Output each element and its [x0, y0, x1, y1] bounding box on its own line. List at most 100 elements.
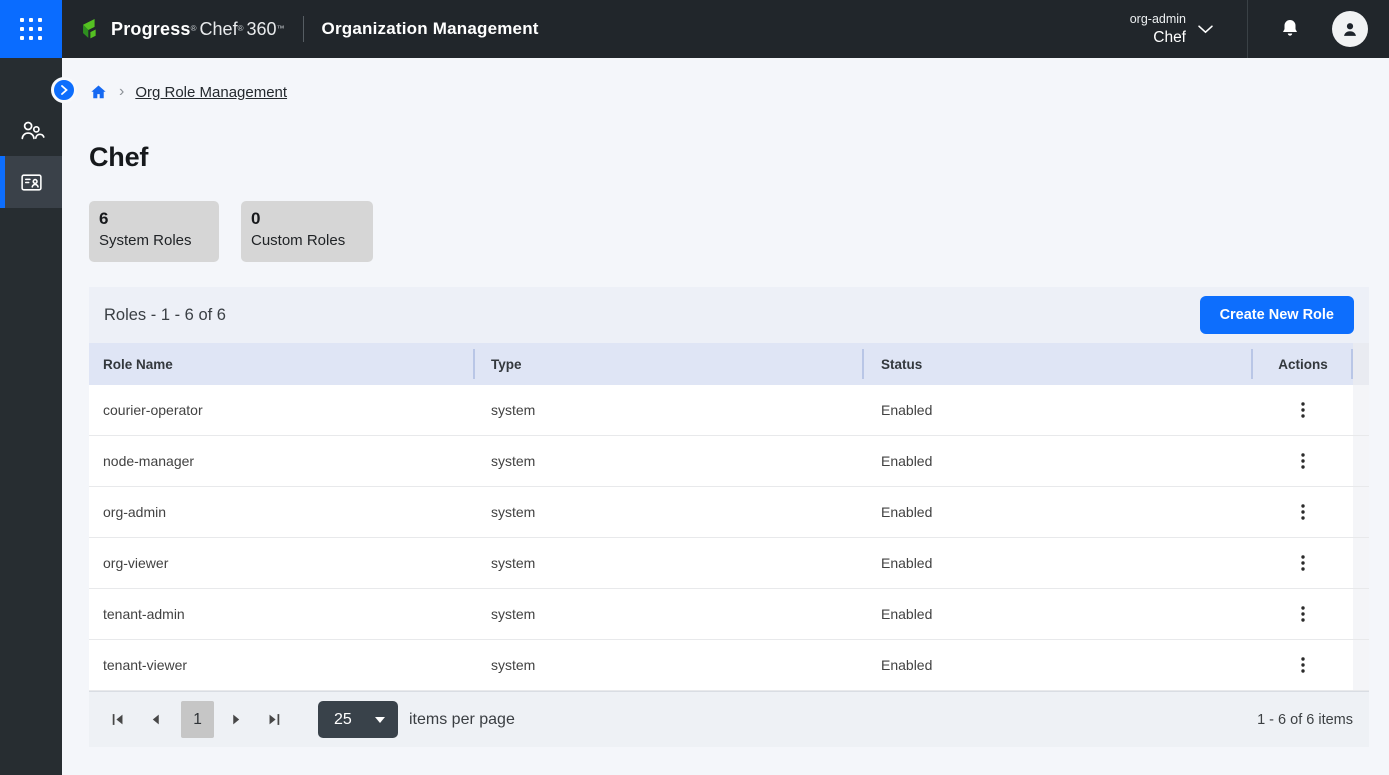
- roles-grid: Roles - 1 - 6 of 6 Create New Role Role …: [89, 287, 1369, 747]
- brand-logo: Progress® Chef® 360™: [82, 19, 285, 40]
- cell-status: Enabled: [864, 538, 1253, 588]
- row-actions-menu-button[interactable]: [1290, 598, 1316, 630]
- table-row: tenant-viewer system Enabled: [89, 640, 1369, 691]
- column-header-type: Type: [475, 343, 864, 385]
- grid-pagination: 1 25 items per page: [89, 691, 1369, 747]
- brand-mark: ®: [238, 24, 244, 34]
- stat-label: Custom Roles: [251, 232, 363, 249]
- topbar-divider: [1247, 0, 1248, 58]
- previous-page-button[interactable]: [143, 705, 167, 735]
- row-scrollbar-gutter: [1353, 589, 1369, 639]
- cell-type: system: [475, 589, 864, 639]
- stat-label: System Roles: [99, 232, 209, 249]
- row-actions-menu-button[interactable]: [1290, 547, 1316, 579]
- page-size-dropdown[interactable]: 25: [318, 701, 398, 738]
- cell-role-name: org-admin: [89, 487, 475, 537]
- current-page-button[interactable]: 1: [181, 701, 214, 738]
- row-scrollbar-gutter: [1353, 487, 1369, 537]
- id-card-icon: [19, 170, 44, 195]
- kebab-menu-icon: [1301, 555, 1305, 571]
- cell-type: system: [475, 640, 864, 690]
- pagination-summary: 1 - 6 of 6 items: [1257, 712, 1353, 728]
- kebab-menu-icon: [1301, 402, 1305, 418]
- create-new-role-button[interactable]: Create New Role: [1200, 296, 1354, 334]
- stat-value: 0: [251, 209, 363, 229]
- breadcrumb-home-link[interactable]: [89, 83, 108, 102]
- user-role-label: org-admin: [1130, 12, 1186, 26]
- chevron-down-icon: [1198, 25, 1213, 34]
- user-org-menu[interactable]: org-admin Chef: [1130, 12, 1213, 47]
- row-scrollbar-gutter: [1353, 385, 1369, 435]
- user-org-texts: org-admin Chef: [1130, 12, 1186, 47]
- first-page-button[interactable]: [105, 705, 129, 735]
- brand-chef: Chef: [200, 19, 238, 40]
- user-org-label: Chef: [1130, 29, 1186, 47]
- stat-card-custom-roles: 0 Custom Roles: [241, 201, 373, 262]
- page-title: Chef: [89, 142, 1369, 173]
- kebab-menu-icon: [1301, 657, 1305, 673]
- cell-type: system: [475, 436, 864, 486]
- stat-card-system-roles: 6 System Roles: [89, 201, 219, 262]
- brand-mark: ®: [191, 24, 197, 34]
- grid-title: Roles - 1 - 6 of 6: [104, 306, 226, 325]
- brand-suffix: 360: [246, 19, 276, 40]
- row-scrollbar-gutter: [1353, 538, 1369, 588]
- first-page-icon: [111, 713, 124, 726]
- grid-header-row: Role Name Type Status Actions: [89, 343, 1369, 385]
- breadcrumb-link-org-role-management[interactable]: Org Role Management: [135, 84, 287, 101]
- brand-progress: Progress: [111, 19, 191, 40]
- apps-menu-button[interactable]: [0, 0, 62, 58]
- kebab-menu-icon: [1301, 504, 1305, 520]
- chevron-separator-icon: ›: [119, 83, 124, 101]
- table-row: org-admin system Enabled: [89, 487, 1369, 538]
- row-actions-menu-button[interactable]: [1290, 394, 1316, 426]
- cell-status: Enabled: [864, 385, 1253, 435]
- account-button[interactable]: [1332, 11, 1368, 47]
- cell-role-name: tenant-viewer: [89, 640, 475, 690]
- last-page-icon: [268, 713, 281, 726]
- sidebar-item-org-roles[interactable]: [0, 156, 62, 208]
- cell-role-name: courier-operator: [89, 385, 475, 435]
- people-icon: [18, 117, 45, 144]
- table-row: tenant-admin system Enabled: [89, 589, 1369, 640]
- waffle-grid-icon: [20, 18, 42, 40]
- app-title: Organization Management: [322, 19, 539, 39]
- cell-type: system: [475, 538, 864, 588]
- main-content: › Org Role Management Chef 6 System Role…: [62, 58, 1389, 775]
- row-actions-menu-button[interactable]: [1290, 445, 1316, 477]
- grid-toolbar: Roles - 1 - 6 of 6 Create New Role: [89, 287, 1369, 343]
- column-header-actions: Actions: [1253, 343, 1353, 385]
- person-icon: [1339, 18, 1361, 40]
- sidebar-expand-button[interactable]: [51, 77, 77, 103]
- next-page-icon: [230, 713, 243, 726]
- items-per-page-label: items per page: [409, 711, 515, 729]
- last-page-button[interactable]: [262, 705, 286, 735]
- left-sidebar: [0, 58, 62, 775]
- row-actions-menu-button[interactable]: [1290, 649, 1316, 681]
- notifications-button[interactable]: [1278, 17, 1302, 41]
- cell-type: system: [475, 385, 864, 435]
- table-row: courier-operator system Enabled: [89, 385, 1369, 436]
- table-row: node-manager system Enabled: [89, 436, 1369, 487]
- stats-row: 6 System Roles 0 Custom Roles: [89, 201, 1369, 262]
- kebab-menu-icon: [1301, 606, 1305, 622]
- sidebar-item-users[interactable]: [0, 104, 62, 156]
- column-header-role-name: Role Name: [89, 343, 475, 385]
- chevron-right-icon: [60, 85, 69, 95]
- brand-mark: ™: [277, 24, 285, 34]
- cell-type: system: [475, 487, 864, 537]
- column-header-status: Status: [864, 343, 1253, 385]
- header-scrollbar-spacer: [1353, 343, 1369, 385]
- cell-role-name: tenant-admin: [89, 589, 475, 639]
- breadcrumb: › Org Role Management: [89, 58, 1369, 102]
- kebab-menu-icon: [1301, 453, 1305, 469]
- cell-status: Enabled: [864, 640, 1253, 690]
- row-actions-menu-button[interactable]: [1290, 496, 1316, 528]
- cell-role-name: node-manager: [89, 436, 475, 486]
- home-icon: [89, 83, 108, 102]
- page-size-value: 25: [334, 711, 375, 729]
- bell-icon: [1278, 17, 1302, 41]
- top-bar: Progress® Chef® 360™ Organization Manage…: [0, 0, 1389, 58]
- topbar-divider: [303, 16, 304, 42]
- next-page-button[interactable]: [224, 705, 248, 735]
